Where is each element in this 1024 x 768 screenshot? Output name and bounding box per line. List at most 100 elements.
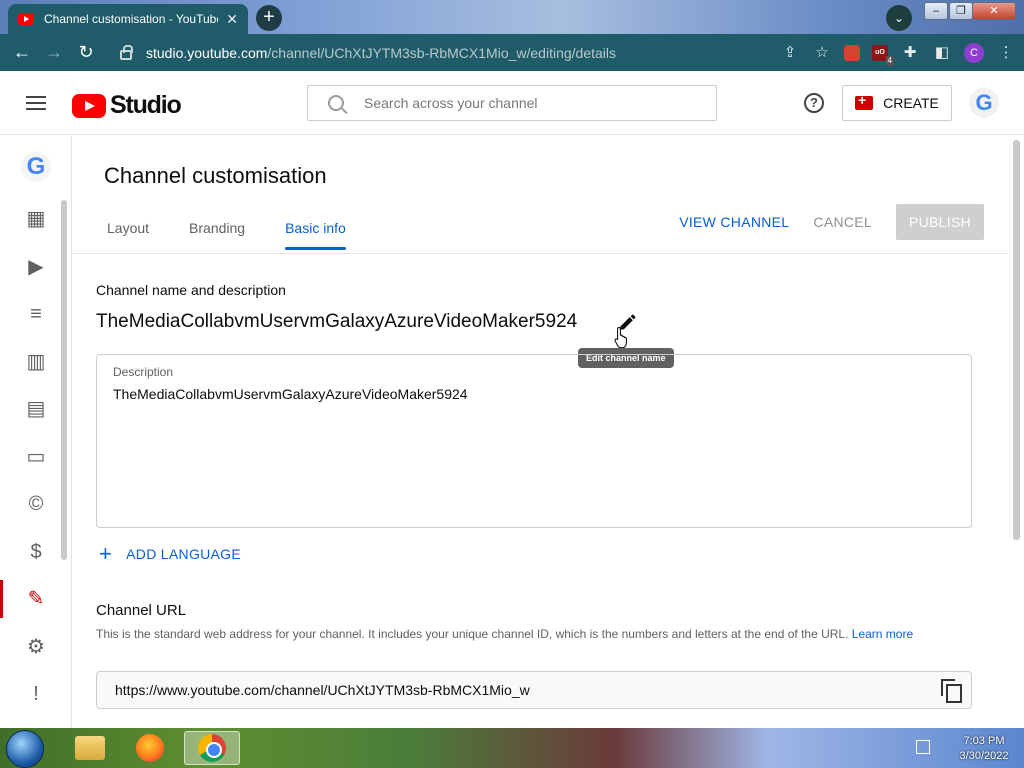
address-bar[interactable]: studio.youtube.com/channel/UChXtJYTM3sb-… (108, 38, 824, 67)
menu-hamburger-icon[interactable] (26, 96, 46, 110)
taskbar-explorer[interactable] (62, 731, 118, 765)
description-field[interactable]: Description TheMediaCollabvmUservmGalaxy… (96, 354, 972, 528)
firefox-icon (136, 734, 164, 762)
network-icon[interactable] (916, 740, 930, 754)
earn-icon: $ (30, 541, 42, 563)
cancel-button[interactable]: CANCEL (801, 214, 884, 230)
content-icon: ▶ (28, 256, 44, 278)
plus-icon: + (99, 541, 113, 566)
customisation-tabs: Layout Branding Basic info (107, 220, 386, 250)
tab-basic-info[interactable]: Basic info (285, 220, 346, 250)
analytics-icon: ▥ (26, 351, 46, 373)
reload-icon[interactable]: ↻ (70, 42, 102, 63)
tabs-divider (73, 253, 1008, 254)
left-nav-scrollbar[interactable] (61, 200, 67, 560)
copy-icon[interactable] (941, 679, 962, 703)
tab-title: Channel customisation - YouTube (44, 12, 219, 26)
bookmark-star-icon[interactable]: ☆ (812, 43, 832, 63)
search-icon (328, 95, 344, 111)
nav-channel-avatar[interactable]: G (0, 144, 72, 190)
subtitles-icon: ▭ (26, 446, 46, 468)
lock-icon (120, 44, 133, 60)
studio-logo[interactable]: Studio (72, 91, 182, 120)
clock[interactable]: 7:03 PM 3/30/2022 (952, 734, 1016, 764)
search-bar[interactable] (307, 85, 717, 121)
tab-close-icon[interactable]: ✕ (226, 11, 238, 28)
browser-menu-icon[interactable]: ⋮ (996, 43, 1016, 63)
feedback-icon: ! (33, 683, 39, 705)
forward-icon[interactable]: → (38, 42, 70, 63)
page-title: Channel customisation (104, 163, 327, 188)
youtube-favicon-icon (18, 13, 34, 25)
nav-settings[interactable]: ⚙ (0, 624, 72, 670)
settings-icon: ⚙ (27, 636, 45, 658)
studio-logo-text: Studio (110, 91, 182, 119)
back-icon[interactable]: ← (6, 42, 38, 63)
dashboard-icon: ▦ (26, 208, 46, 230)
publish-button[interactable]: PUBLISH (896, 204, 984, 240)
main-content: Channel customisation Layout Branding Ba… (73, 136, 1024, 728)
account-avatar[interactable]: G (969, 88, 999, 118)
nav-customisation[interactable]: ✎ (0, 576, 72, 622)
youtube-play-icon (72, 93, 106, 118)
name-section-label: Channel name and description (96, 282, 286, 298)
view-channel-button[interactable]: VIEW CHANNEL (667, 214, 801, 230)
video-camera-icon (855, 92, 874, 110)
description-value[interactable]: TheMediaCollabvmUservmGalaxyAzureVideoMa… (113, 386, 468, 402)
browser-tab[interactable]: Channel customisation - YouTube ✕ (8, 4, 248, 34)
tab-search-icon[interactable]: ⌄ (886, 5, 912, 31)
search-input[interactable] (364, 95, 684, 111)
url-host: studio.youtube.com (146, 44, 268, 61)
channel-url-field[interactable]: https://www.youtube.com/channel/UChXtJYT… (96, 671, 972, 709)
system-tray: 7:03 PM 3/30/2022 (908, 728, 1024, 768)
share-icon[interactable]: ⇪ (780, 43, 800, 63)
taskbar-chrome[interactable] (184, 731, 240, 765)
browser-titlebar: Channel customisation - YouTube ✕ + ⌄ – … (0, 0, 1024, 34)
customisation-icon: ✎ (27, 588, 45, 610)
add-language-button[interactable]: + ADD LANGUAGE (99, 541, 242, 566)
help-icon[interactable]: ? (804, 93, 824, 113)
tab-branding[interactable]: Branding (189, 220, 245, 250)
comments-icon: ▤ (26, 398, 46, 420)
folder-icon (75, 736, 105, 760)
create-button[interactable]: CREATE (842, 85, 952, 121)
description-label: Description (113, 365, 174, 379)
page-actions: VIEW CHANNEL CANCEL PUBLISH (667, 204, 984, 240)
nav-feedback[interactable]: ! (0, 671, 72, 717)
tab-layout[interactable]: Layout (107, 220, 149, 250)
url-path: /channel/UChXtJYTM3sb-RbMCX1Mio_w/editin… (267, 44, 616, 61)
add-language-label: ADD LANGUAGE (126, 546, 242, 562)
channel-url-value[interactable]: https://www.youtube.com/channel/UChXtJYT… (115, 682, 941, 698)
maximize-button[interactable]: ❐ (949, 2, 973, 20)
clock-date: 3/30/2022 (959, 750, 1009, 762)
channel-avatar: G (21, 152, 51, 182)
channel-url-help-text: This is the standard web address for you… (96, 627, 849, 641)
studio-header: Studio ? CREATE G (0, 71, 1024, 135)
playlists-icon: ≡ (30, 303, 42, 325)
windows-taskbar: 7:03 PM 3/30/2022 (0, 728, 1024, 768)
left-nav: G ▦ ▶ ≡ ▥ ▤ ▭ © $ ✎ ⚙! (0, 136, 72, 728)
window-close-button[interactable]: ✕ (972, 2, 1016, 20)
taskbar-firefox[interactable] (122, 731, 178, 765)
extension-red-icon[interactable] (844, 44, 860, 61)
ublock-badge: 4 (885, 55, 894, 66)
channel-name: TheMediaCollabvmUservmGalaxyAzureVideoMa… (96, 311, 578, 332)
clock-time: 7:03 PM (963, 735, 1005, 747)
side-panel-icon[interactable]: ◧ (932, 43, 952, 63)
ublock-label: uO (875, 48, 885, 56)
minimize-button[interactable]: – (924, 2, 948, 20)
channel-url-description: This is the standard web address for you… (96, 624, 956, 644)
new-tab-button[interactable]: + (256, 5, 282, 31)
start-button[interactable] (6, 730, 44, 768)
learn-more-link[interactable]: Learn more (852, 627, 913, 641)
create-label: CREATE (883, 95, 939, 111)
channel-url-title: Channel URL (96, 602, 187, 619)
extensions-puzzle-icon[interactable]: ✚ (900, 43, 920, 63)
main-scrollbar[interactable] (1013, 140, 1020, 540)
chrome-icon (198, 734, 226, 762)
ublock-extension-icon[interactable]: uO 4 (872, 44, 894, 66)
hand-cursor-icon (614, 326, 627, 348)
browser-toolbar: ← → ↻ studio.youtube.com/channel/UChXtJY… (0, 34, 1024, 71)
copyright-icon: © (28, 493, 44, 515)
profile-avatar[interactable]: C (964, 42, 984, 63)
